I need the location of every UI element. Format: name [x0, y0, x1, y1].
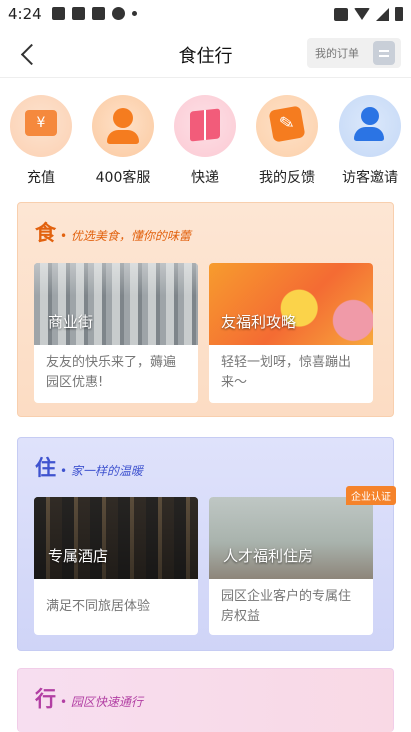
my-orders-button[interactable]: 我的订单: [307, 38, 401, 68]
card-description: 友友的快乐来了，薅遍园区优惠!: [46, 355, 177, 390]
status-left-icons: [52, 7, 137, 20]
app-notification-icon: [72, 7, 85, 20]
card-description: 轻轻一划呀，惊喜蹦出来～: [221, 355, 352, 390]
food-section-subtitle: • 优选美食，懂你的味蕾: [60, 229, 191, 243]
quick-action-visitor-invite[interactable]: 访客邀请: [329, 95, 411, 187]
card-title: 友福利攻略: [221, 313, 297, 331]
card-title: 商业街: [48, 313, 94, 331]
stay-section-title: 住: [35, 456, 56, 480]
welfare-guide-image: 友福利攻略: [209, 263, 373, 345]
transport-section-subtitle: • 园区快速通行: [60, 695, 143, 709]
quick-action-label: 400客服: [95, 170, 151, 186]
quick-action-feedback[interactable]: 我的反馈: [246, 95, 328, 187]
quick-action-label: 快递: [191, 170, 219, 186]
sync-notification-icon: [92, 7, 105, 20]
food-section-title: 食: [35, 221, 56, 245]
card-welfare-guide[interactable]: 友福利攻略 轻轻一划呀，惊喜蹦出来～: [209, 263, 373, 403]
work-profile-icon: [334, 7, 348, 21]
card-description: 园区企业客户的专属住房权益: [221, 589, 352, 624]
stay-section-header: 住 • 家一样的温暖: [35, 452, 143, 482]
signal-icon: [376, 7, 389, 21]
photo-notification-icon: [52, 7, 65, 20]
food-section-header: 食 • 优选美食，懂你的味蕾: [35, 217, 191, 247]
customer-service-icon: [92, 95, 154, 157]
wifi-icon: [354, 8, 370, 20]
food-section: 食 • 优选美食，懂你的味蕾 商业街 友友的快乐来了，薅遍园区优惠! 友福利攻略…: [17, 202, 394, 417]
download-notification-icon: [112, 7, 125, 20]
quick-action-label: 访客邀请: [342, 170, 398, 186]
card-title: 人才福利住房: [223, 547, 314, 565]
more-notifications-icon: [132, 11, 137, 16]
my-orders-label: 我的订单: [315, 47, 359, 60]
nav-bar: 食住行 我的订单: [0, 30, 411, 78]
quick-action-label: 我的反馈: [259, 170, 315, 186]
battery-icon: [395, 7, 403, 21]
transport-section-title: 行: [35, 687, 56, 711]
commercial-street-image: 商业街: [34, 263, 198, 345]
exclusive-hotel-image: 专属酒店: [34, 497, 198, 579]
card-description: 满足不同旅居体验: [46, 599, 151, 614]
orders-list-icon: [373, 41, 395, 65]
quick-action-recharge[interactable]: 充值: [0, 95, 82, 187]
status-bar: 4:24: [0, 0, 411, 30]
quick-action-customer-service[interactable]: 400客服: [82, 95, 164, 187]
talent-housing-image: 人才福利住房: [209, 497, 373, 579]
visitor-invite-icon: [339, 95, 401, 157]
stay-section-subtitle: • 家一样的温暖: [60, 464, 143, 478]
card-exclusive-hotel[interactable]: 专属酒店 满足不同旅居体验: [34, 497, 198, 635]
quick-action-label: 充值: [27, 170, 55, 186]
stay-section: 住 • 家一样的温暖 专属酒店 满足不同旅居体验 人才福利住房 园区企业客户的专…: [17, 437, 394, 651]
quick-action-express[interactable]: 快递: [164, 95, 246, 187]
express-icon: [174, 95, 236, 157]
transport-section-header: 行 • 园区快速通行: [35, 683, 143, 713]
quick-actions: 充值 400客服 快递 我的反馈 访客邀请: [0, 95, 411, 190]
transport-section: 行 • 园区快速通行: [17, 668, 394, 732]
enterprise-cert-badge: 企业认证: [346, 486, 396, 505]
feedback-icon: [256, 95, 318, 157]
card-commercial-street[interactable]: 商业街 友友的快乐来了，薅遍园区优惠!: [34, 263, 198, 403]
card-title: 专属酒店: [48, 547, 109, 565]
recharge-icon: [10, 95, 72, 157]
card-talent-housing[interactable]: 人才福利住房 园区企业客户的专属住房权益: [209, 497, 373, 635]
status-right-icons: [334, 7, 403, 21]
status-time: 4:24: [8, 5, 42, 23]
